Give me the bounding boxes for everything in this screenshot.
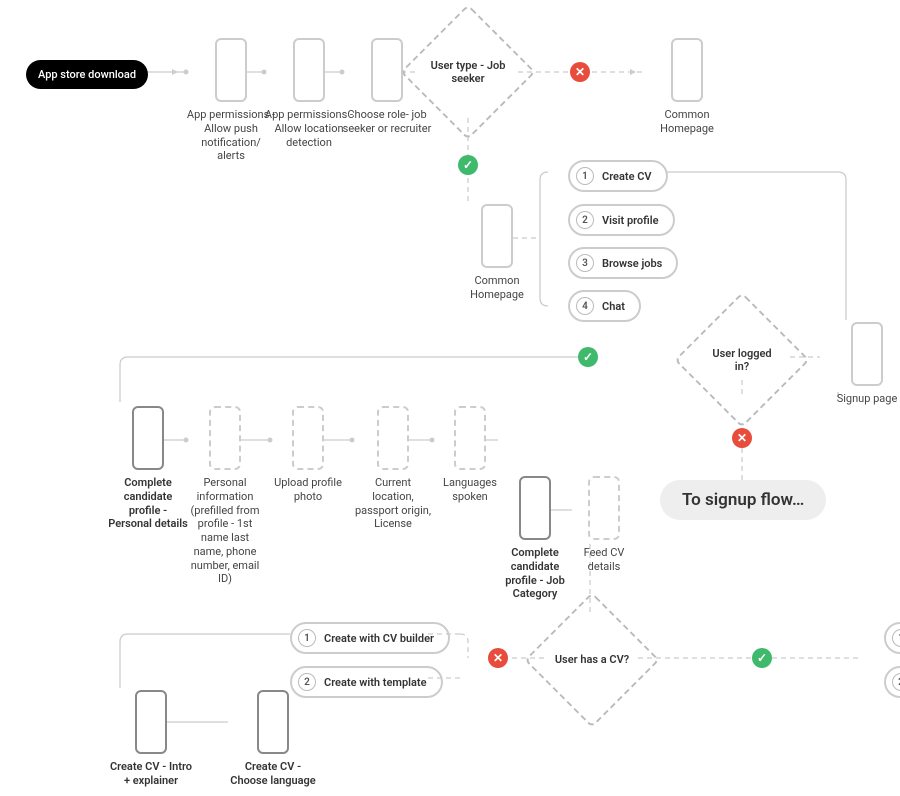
node-signup-page: Signup page: [822, 322, 900, 406]
seq-item-create-cv: 1Create CV: [568, 160, 668, 192]
node-profile-personal-details: Complete candidate profile - Personal de…: [108, 406, 188, 531]
seq-item-cutoff-1: 1: [884, 622, 900, 654]
check-icon: ✓: [752, 648, 772, 668]
node-create-cv-language: Create CV - Choose language: [228, 690, 318, 788]
app-store-download-pill: App store download: [26, 60, 148, 89]
node-app-permissions-push: App permissions - Allow push notificatio…: [186, 38, 276, 163]
node-common-homepage-center: Common Homepage: [452, 204, 542, 302]
cross-icon: ✕: [732, 428, 752, 448]
decision-logged-in: User logged in?: [694, 312, 790, 408]
pill-label: App store download: [38, 68, 136, 81]
to-signup-flow-pill: To signup flow…: [660, 480, 826, 520]
node-upload-photo: Upload profile photo: [272, 406, 344, 504]
check-icon: ✓: [458, 155, 478, 175]
decision-has-cv: User has a CV?: [544, 612, 640, 708]
seq-item-cutoff-2: 2: [884, 666, 900, 698]
node-feed-cv-details: Feed CV details: [574, 476, 634, 574]
node-profile-job-category: Complete candidate profile - Job Categor…: [500, 476, 570, 601]
seq-item-browse-jobs: 3Browse jobs: [568, 247, 678, 279]
node-languages-spoken: Languages spoken: [436, 406, 504, 504]
node-current-location: Current location, passport origin, Licen…: [354, 406, 432, 531]
node-app-permissions-location: App permissions - Allow location detecti…: [264, 38, 354, 149]
seq-item-chat: 4Chat: [568, 290, 641, 322]
cross-icon: ✕: [488, 648, 508, 668]
cross-icon: ✕: [570, 62, 590, 82]
node-common-homepage-top: Common Homepage: [642, 38, 732, 136]
check-icon: ✓: [578, 347, 598, 367]
node-create-cv-intro: Create CV - Intro + explainer: [106, 690, 196, 788]
decision-user-type: User type - Job seeker: [420, 24, 516, 120]
node-personal-information: Personal information (prefilled from pro…: [190, 406, 260, 586]
seq-item-visit-profile: 2Visit profile: [568, 204, 675, 236]
seq-item-create-cv-builder: 1Create with CV builder: [290, 622, 450, 654]
